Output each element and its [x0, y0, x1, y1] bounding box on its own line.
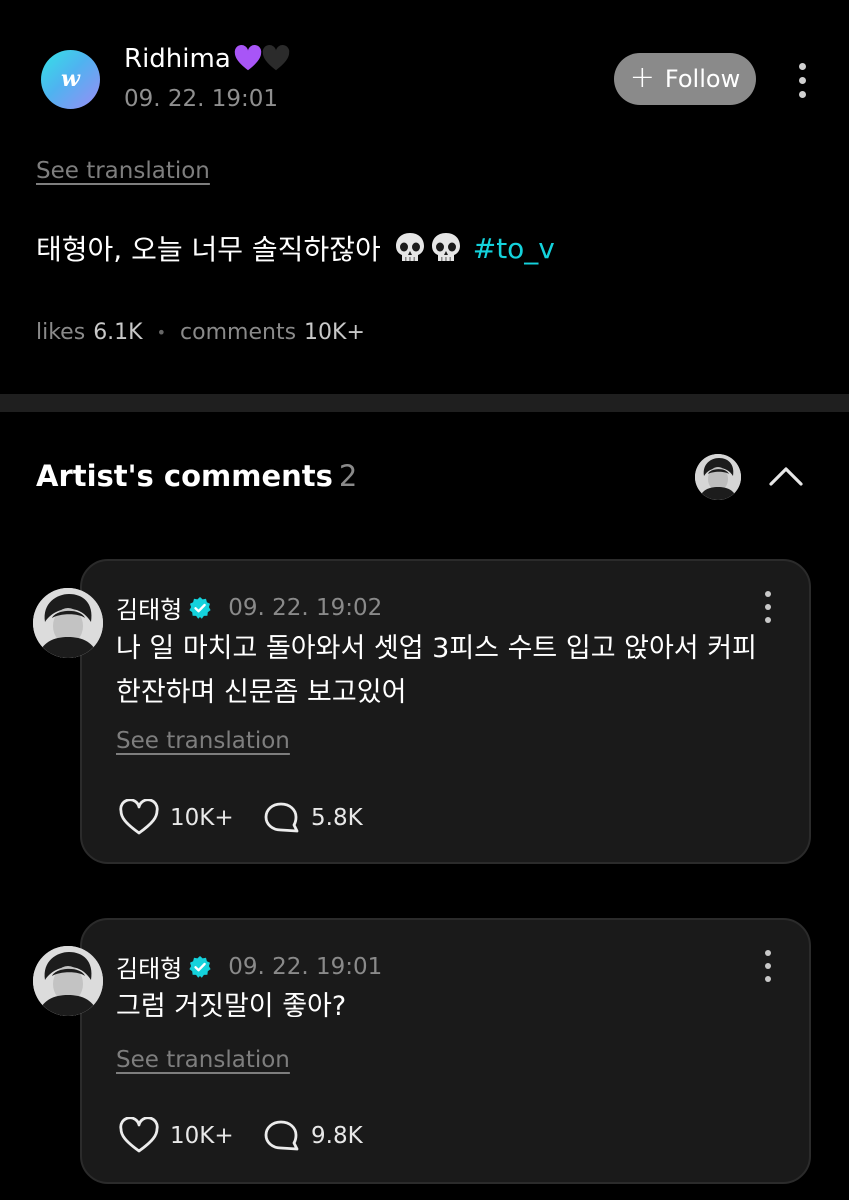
skull-icon	[395, 233, 424, 261]
comment-more-options-icon[interactable]	[764, 591, 772, 623]
author-avatar[interactable]: w	[41, 50, 100, 109]
comment-author-avatar[interactable]	[33, 946, 103, 1016]
artist-portrait-icon	[33, 588, 103, 658]
comment-reply-count: 5.8K	[311, 805, 363, 831]
weverse-logo-letter: w	[61, 65, 80, 92]
comment-author-name[interactable]: 김태형	[116, 590, 182, 625]
chevron-up-icon[interactable]	[766, 457, 806, 497]
heart-outline-icon	[119, 799, 159, 835]
post-body: 태형아, 오늘 너무 솔직하잖아 #to_v	[36, 228, 555, 268]
comment-like-count: 10K+	[170, 805, 234, 831]
comment-timestamp: 09. 22. 19:01	[228, 953, 383, 980]
comment-timestamp: 09. 22. 19:02	[228, 594, 383, 621]
comments-label: comments	[180, 320, 297, 345]
artist-comments-count: 2	[338, 459, 358, 493]
artist-comments-title-text: Artist's comments	[36, 459, 333, 493]
comment-more-options-icon[interactable]	[764, 950, 772, 982]
post-body-text: 태형아, 오늘 너무 솔직하잖아	[36, 233, 381, 266]
comment-author-avatar[interactable]	[33, 588, 103, 658]
section-divider	[0, 394, 849, 412]
comments-count[interactable]: 10K+	[304, 320, 365, 345]
comment-like-count: 10K+	[170, 1123, 234, 1149]
post-see-translation-link[interactable]: See translation	[36, 158, 210, 184]
likes-count: 6.1K	[93, 320, 143, 345]
comment-like-button[interactable]: 10K+	[118, 1117, 234, 1155]
post-timestamp: 09. 22. 19:01	[124, 86, 279, 112]
comment-see-translation-link[interactable]: See translation	[116, 1047, 290, 1073]
verified-badge-icon	[189, 596, 211, 619]
comment-header: 김태형 09. 22. 19:01	[116, 949, 382, 984]
follow-label: Follow	[664, 65, 741, 93]
comment-reply-button[interactable]: 9.8K	[263, 1118, 363, 1154]
skull-icon	[431, 233, 460, 261]
post-author-name: Ridhima	[124, 44, 231, 74]
comment-see-translation-link[interactable]: See translation	[116, 728, 290, 754]
purple-heart-icon	[234, 45, 261, 71]
comment-text: 나 일 마치고 돌아와서 셋업 3피스 수트 입고 앉아서 커피 한잔하며 신문…	[116, 633, 757, 708]
stats-separator: •	[156, 323, 167, 342]
post-stats: likes 6.1K • comments 10K+	[36, 320, 365, 345]
comment-author-name[interactable]: 김태형	[116, 949, 182, 984]
artist-avatar[interactable]	[695, 454, 741, 500]
plus-icon: +	[629, 59, 655, 95]
black-heart-icon	[262, 45, 289, 71]
comment-text: 그럼 거짓말이 좋아?	[116, 991, 347, 1022]
post-hashtag-link[interactable]: #to_v	[473, 232, 555, 265]
comment-like-button[interactable]: 10K+	[118, 799, 234, 837]
verified-badge-icon	[189, 955, 211, 978]
speech-bubble-icon	[264, 802, 299, 833]
follow-button[interactable]: + Follow	[614, 53, 756, 105]
post-author[interactable]: Ridhima	[124, 44, 291, 74]
artist-portrait-icon	[33, 946, 103, 1016]
artist-comments-title: Artist's comments 2	[36, 459, 357, 493]
likes-label: likes	[36, 320, 86, 345]
speech-bubble-icon	[264, 1120, 299, 1151]
comment-reply-count: 9.8K	[311, 1123, 363, 1149]
heart-outline-icon	[119, 1117, 159, 1153]
comment-header: 김태형 09. 22. 19:02	[116, 590, 382, 625]
artist-portrait-icon	[695, 454, 741, 500]
post-more-options-icon[interactable]	[798, 63, 806, 98]
comment-reply-button[interactable]: 5.8K	[263, 800, 363, 836]
